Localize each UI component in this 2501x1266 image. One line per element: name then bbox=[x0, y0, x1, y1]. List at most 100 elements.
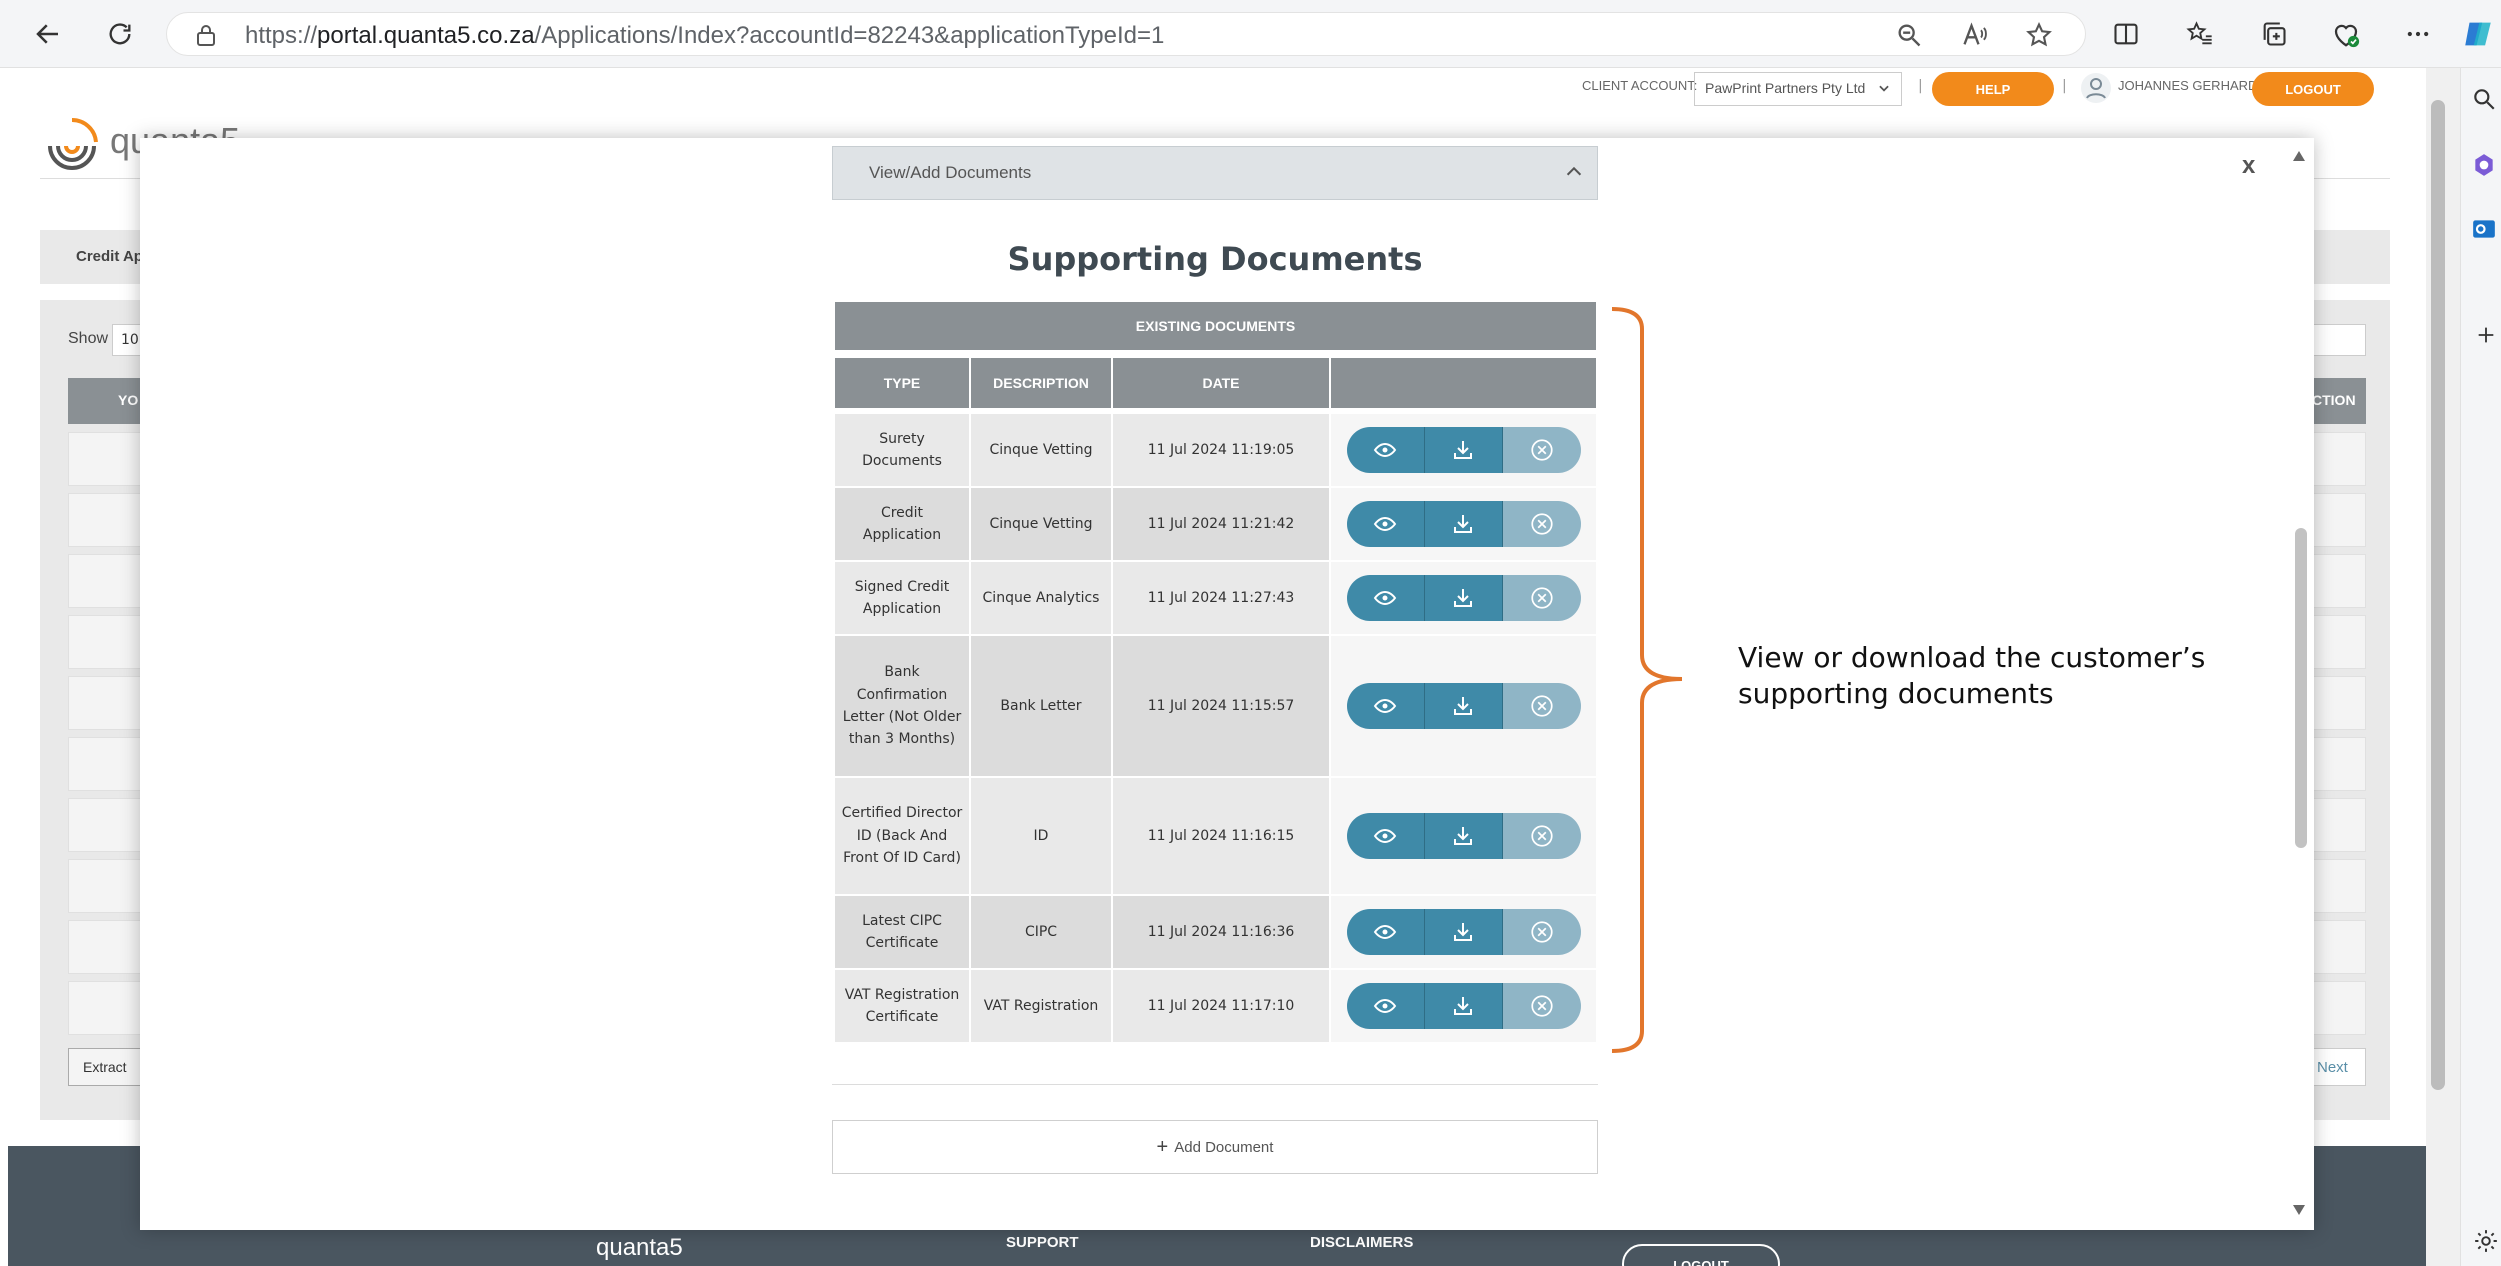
document-description: Cinque Analytics bbox=[971, 562, 1111, 634]
download-document-button[interactable] bbox=[1424, 909, 1503, 955]
collections-icon[interactable] bbox=[2254, 14, 2294, 54]
footer-support-link[interactable]: SUPPORT bbox=[1006, 1234, 1079, 1251]
address-bar[interactable]: https://portal.quanta5.co.za/Application… bbox=[166, 12, 2086, 56]
view-document-button[interactable] bbox=[1346, 501, 1425, 547]
page-scroll-thumb[interactable] bbox=[2431, 100, 2445, 1090]
delete-document-button[interactable] bbox=[1502, 575, 1581, 621]
logout-button[interactable]: LOGOUT bbox=[2252, 72, 2374, 106]
download-document-button[interactable] bbox=[1424, 983, 1503, 1029]
action-button-group bbox=[1346, 427, 1581, 473]
read-aloud-icon[interactable] bbox=[1961, 21, 1989, 53]
delete-document-button[interactable] bbox=[1502, 683, 1581, 729]
close-circle-icon bbox=[1530, 439, 1553, 461]
delete-document-button[interactable] bbox=[1502, 983, 1581, 1029]
separator: | bbox=[2062, 78, 2067, 94]
favorite-star-icon[interactable] bbox=[2025, 21, 2053, 53]
action-button-group bbox=[1346, 501, 1581, 547]
eye-icon bbox=[1373, 698, 1397, 714]
document-actions bbox=[1331, 414, 1596, 486]
scroll-down-icon[interactable] bbox=[2292, 1204, 2306, 1216]
eye-icon bbox=[1373, 590, 1397, 606]
footer-disclaimers-link[interactable]: DISCLAIMERS bbox=[1310, 1234, 1413, 1251]
show-label: Show bbox=[68, 330, 109, 347]
document-date: 11 Jul 2024 11:27:43 bbox=[1113, 562, 1329, 634]
annotation-brace bbox=[1608, 305, 1688, 1059]
favorites-icon[interactable] bbox=[2180, 14, 2220, 54]
zoom-icon[interactable] bbox=[1895, 21, 1923, 53]
close-circle-icon bbox=[1530, 695, 1553, 717]
eye-icon bbox=[1373, 516, 1397, 532]
document-type: Surety Documents bbox=[835, 414, 969, 486]
modal-close-button[interactable]: x bbox=[2242, 152, 2255, 180]
document-date: 11 Jul 2024 11:17:10 bbox=[1113, 970, 1329, 1042]
close-circle-icon bbox=[1530, 587, 1553, 609]
browser-essentials-icon[interactable] bbox=[2326, 14, 2366, 54]
back-icon[interactable] bbox=[24, 10, 72, 58]
action-button-group bbox=[1346, 575, 1581, 621]
refresh-icon[interactable] bbox=[96, 10, 144, 58]
document-type: Signed Credit Application bbox=[835, 562, 969, 634]
site-info-icon[interactable] bbox=[195, 23, 217, 51]
view-document-button[interactable] bbox=[1346, 427, 1425, 473]
search-icon[interactable] bbox=[2471, 86, 2497, 116]
url-text: https://portal.quanta5.co.za/Application… bbox=[245, 22, 1165, 49]
divider bbox=[832, 1084, 1598, 1085]
download-document-button[interactable] bbox=[1424, 427, 1503, 473]
close-circle-icon bbox=[1530, 995, 1553, 1017]
view-document-button[interactable] bbox=[1346, 813, 1425, 859]
document-description: Cinque Vetting bbox=[971, 488, 1111, 560]
help-button[interactable]: HELP bbox=[1932, 72, 2054, 106]
document-description: Bank Letter bbox=[971, 636, 1111, 776]
settings-gear-icon[interactable] bbox=[2473, 1228, 2499, 1258]
view-document-button[interactable] bbox=[1346, 575, 1425, 621]
client-account-label: CLIENT ACCOUNT: bbox=[1582, 78, 1698, 93]
client-account-value: PawPrint Partners Pty Ltd bbox=[1705, 80, 1866, 96]
eye-icon bbox=[1373, 828, 1397, 844]
download-document-button[interactable] bbox=[1424, 683, 1503, 729]
scroll-up-icon[interactable] bbox=[2292, 150, 2306, 162]
annotation-callout: View or download the customer’s supporti… bbox=[1738, 641, 2206, 711]
download-icon bbox=[1454, 923, 1472, 941]
column-header-type: TYPE bbox=[835, 358, 969, 408]
table-row: Certified Director ID (Back And Front Of… bbox=[835, 778, 1596, 894]
delete-document-button[interactable] bbox=[1502, 427, 1581, 473]
table-row: Bank Confirmation Letter (Not Older than… bbox=[835, 636, 1596, 776]
action-button-group bbox=[1346, 983, 1581, 1029]
close-circle-icon bbox=[1530, 513, 1553, 535]
document-description: ID bbox=[971, 778, 1111, 894]
footer-logout-button[interactable]: LOGOUT bbox=[1622, 1244, 1780, 1266]
eye-icon bbox=[1373, 442, 1397, 458]
footer-logo: quanta5 bbox=[596, 1234, 683, 1261]
split-screen-icon[interactable] bbox=[2106, 14, 2146, 54]
page-title: Supporting Documents bbox=[1007, 240, 1423, 278]
breadcrumb: Credit Ap bbox=[76, 248, 143, 265]
download-document-button[interactable] bbox=[1424, 575, 1503, 621]
document-description: CIPC bbox=[971, 896, 1111, 968]
view-document-button[interactable] bbox=[1346, 909, 1425, 955]
copilot-icon[interactable] bbox=[2458, 14, 2498, 54]
copilot-sidebar-icon[interactable] bbox=[2471, 152, 2497, 182]
more-options-icon[interactable] bbox=[2398, 14, 2438, 54]
column-header-description: DESCRIPTION bbox=[971, 358, 1111, 408]
delete-document-button[interactable] bbox=[1502, 501, 1581, 547]
chevron-up-icon bbox=[1563, 161, 1585, 188]
outlook-icon[interactable] bbox=[2471, 216, 2497, 246]
delete-document-button[interactable] bbox=[1502, 813, 1581, 859]
extract-label: Extract bbox=[83, 1059, 127, 1075]
view-document-button[interactable] bbox=[1346, 983, 1425, 1029]
document-type: Latest CIPC Certificate bbox=[835, 896, 969, 968]
view-document-button[interactable] bbox=[1346, 683, 1425, 729]
client-account-select[interactable]: PawPrint Partners Pty Ltd bbox=[1694, 72, 1902, 106]
download-icon bbox=[1454, 441, 1472, 459]
modal-scroll-thumb[interactable] bbox=[2295, 528, 2307, 848]
download-document-button[interactable] bbox=[1424, 813, 1503, 859]
add-sidebar-icon[interactable] bbox=[2475, 324, 2497, 350]
document-date: 11 Jul 2024 11:19:05 bbox=[1113, 414, 1329, 486]
add-document-button[interactable]: + Add Document bbox=[832, 1120, 1598, 1174]
download-document-button[interactable] bbox=[1424, 501, 1503, 547]
view-add-documents-accordion[interactable]: View/Add Documents bbox=[832, 146, 1598, 200]
delete-document-button[interactable] bbox=[1502, 909, 1581, 955]
download-icon bbox=[1454, 697, 1472, 715]
eye-icon bbox=[1373, 924, 1397, 940]
download-icon bbox=[1454, 589, 1472, 607]
